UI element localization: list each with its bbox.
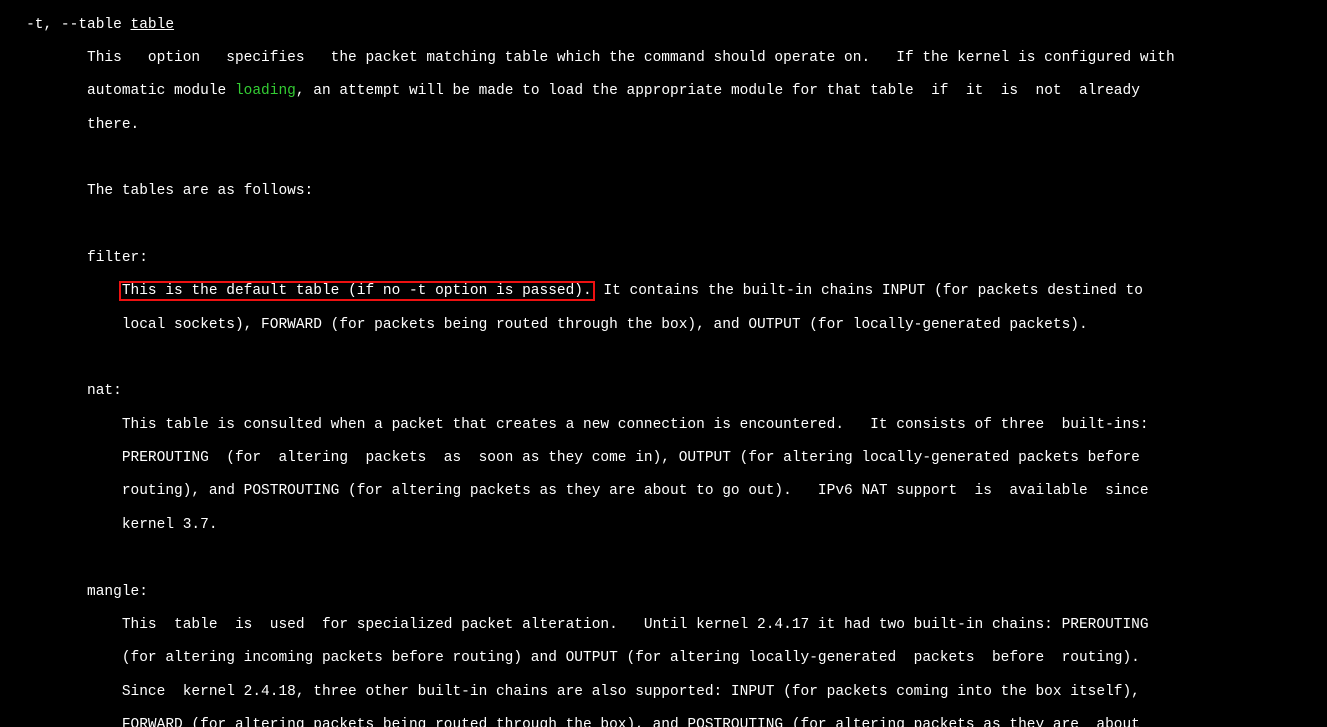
tables-intro: The tables are as follows: bbox=[0, 183, 1327, 200]
option-para1-line3: there. bbox=[0, 117, 1327, 134]
highlight-box: This is the default table (if no -t opti… bbox=[119, 281, 595, 301]
manpage-view: -t, --table table This option specifies … bbox=[0, 0, 1327, 727]
filter-line1: This is the default table (if no -t opti… bbox=[0, 283, 1327, 300]
option-para1-line2: automatic module loading, an attempt wil… bbox=[0, 83, 1327, 100]
nat-line2: PREROUTING (for altering packets as soon… bbox=[0, 450, 1327, 467]
option-para1-line1: This option specifies the packet matchin… bbox=[0, 50, 1327, 67]
mangle-line1: This table is used for specialized packe… bbox=[0, 617, 1327, 634]
filter-line2: local sockets), FORWARD (for packets bei… bbox=[0, 317, 1327, 334]
nat-line3: routing), and POSTROUTING (for altering … bbox=[0, 483, 1327, 500]
nat-heading: nat: bbox=[0, 383, 1327, 400]
mangle-line4: FORWARD (for altering packets being rout… bbox=[0, 717, 1327, 727]
mangle-heading: mangle: bbox=[0, 584, 1327, 601]
option-flags: -t, --table bbox=[0, 17, 131, 33]
loading-link[interactable]: loading bbox=[235, 83, 296, 99]
option-arg: table bbox=[131, 17, 175, 33]
nat-line1: This table is consulted when a packet th… bbox=[0, 417, 1327, 434]
mangle-line3: Since kernel 2.4.18, three other built-i… bbox=[0, 684, 1327, 701]
option-header: -t, --table table bbox=[0, 17, 1327, 34]
nat-line4: kernel 3.7. bbox=[0, 517, 1327, 534]
filter-heading: filter: bbox=[0, 250, 1327, 267]
mangle-line2: (for altering incoming packets before ro… bbox=[0, 650, 1327, 667]
